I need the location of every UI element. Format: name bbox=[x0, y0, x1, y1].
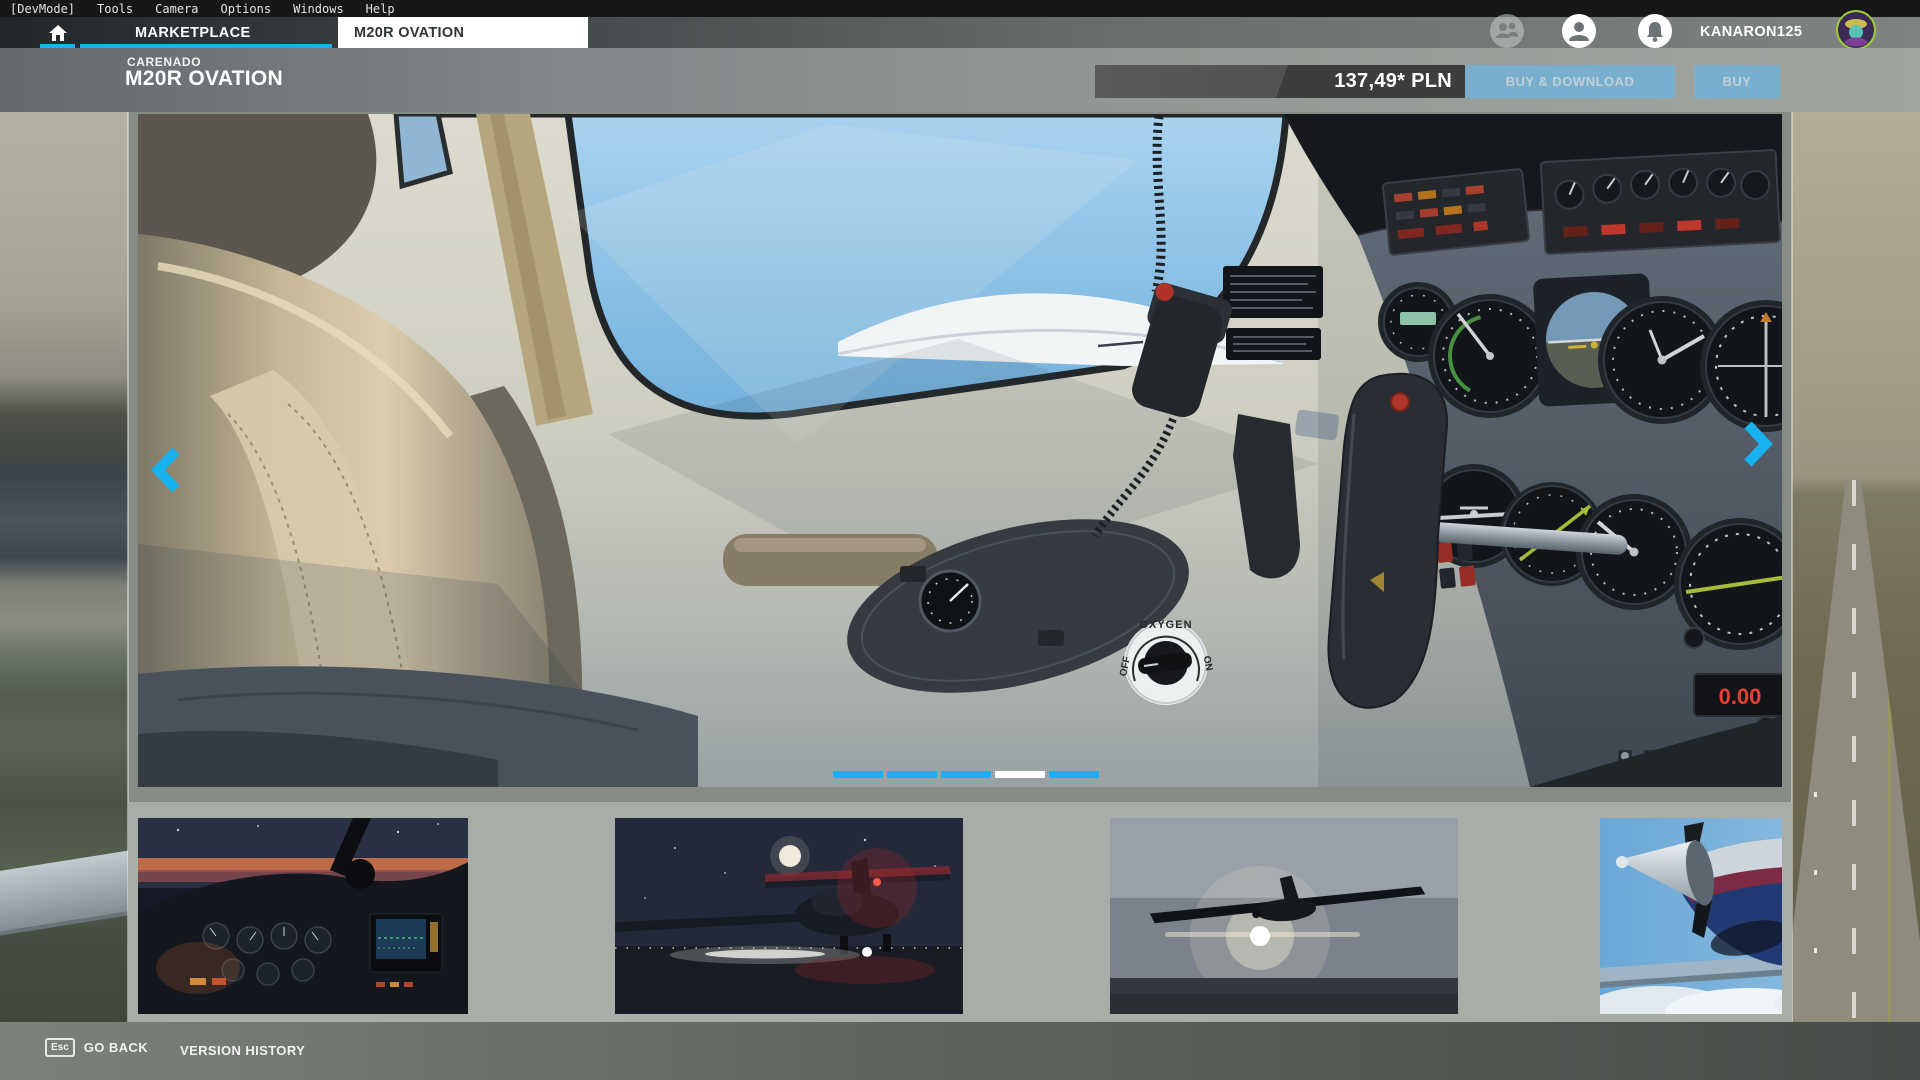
pagination-bar[interactable] bbox=[833, 771, 883, 778]
buy-download-button[interactable]: BUY & DOWNLOAD bbox=[1465, 65, 1675, 98]
thumbnail-night-exterior[interactable] bbox=[615, 818, 963, 1014]
thumbnail-nose-closeup[interactable] bbox=[1600, 818, 1782, 1014]
pagination-bar[interactable] bbox=[995, 771, 1045, 778]
home-icon bbox=[49, 25, 67, 41]
aircraft-wing-background bbox=[0, 847, 128, 937]
profile-icon[interactable] bbox=[1562, 14, 1596, 48]
pagination-bar[interactable] bbox=[941, 771, 991, 778]
chevron-right-icon[interactable] bbox=[1740, 420, 1774, 468]
devmode-menubar: [DevMode] Tools Camera Options Windows H… bbox=[0, 0, 1920, 17]
msfs-marketplace-screen: [DevMode] Tools Camera Options Windows H… bbox=[0, 0, 1920, 1080]
menu-windows[interactable]: Windows bbox=[293, 2, 344, 16]
avatar[interactable] bbox=[1836, 10, 1876, 50]
tab-home[interactable] bbox=[40, 17, 75, 48]
runway-edge-line bbox=[1888, 480, 1891, 1022]
carousel-pagination bbox=[833, 771, 1099, 778]
tab-bar: MARKETPLACE M20R OVATION bbox=[0, 17, 1920, 48]
sim-background-left bbox=[0, 112, 128, 1022]
thumbnail-night-cockpit[interactable] bbox=[138, 818, 468, 1014]
runway-background bbox=[1792, 480, 1920, 1022]
price-value: 137,49* PLN bbox=[1095, 65, 1452, 98]
bell-icon[interactable] bbox=[1638, 14, 1672, 48]
thumbnail-flight-sunset[interactable] bbox=[1110, 818, 1458, 1014]
go-back-button[interactable]: Esc GO BACK bbox=[45, 1038, 148, 1057]
tab-marketplace-label: MARKETPLACE bbox=[135, 25, 251, 41]
menu-options[interactable]: Options bbox=[221, 2, 272, 16]
pagination-bar[interactable] bbox=[887, 771, 937, 778]
sim-background-right bbox=[1792, 112, 1920, 1022]
username-label: KANARON125 bbox=[1700, 24, 1802, 40]
buy-button[interactable]: BUY bbox=[1694, 65, 1780, 98]
tab-marketplace[interactable]: MARKETPLACE bbox=[80, 17, 332, 48]
oxygen-label: OXYGEN bbox=[1139, 619, 1192, 631]
go-back-label: GO BACK bbox=[84, 1040, 148, 1055]
chevron-left-icon[interactable] bbox=[150, 446, 184, 494]
runway-centerline bbox=[1852, 480, 1856, 1022]
carousel-image-cockpit-interior: OXYGEN OFF ON bbox=[138, 114, 1782, 787]
version-history-button[interactable]: VERSION HISTORY bbox=[180, 1043, 305, 1058]
esc-key: Esc bbox=[45, 1038, 75, 1057]
runway-edge-lights bbox=[1814, 480, 1817, 1022]
menu-camera[interactable]: Camera bbox=[155, 2, 198, 16]
page-title: M20R OVATION bbox=[125, 67, 283, 91]
menu-help[interactable]: Help bbox=[366, 2, 395, 16]
pagination-bar[interactable] bbox=[1049, 771, 1099, 778]
friends-icon[interactable] bbox=[1490, 14, 1524, 48]
tab-product[interactable]: M20R OVATION bbox=[338, 17, 588, 48]
tab-product-label: M20R OVATION bbox=[354, 25, 464, 41]
menu-devmode[interactable]: [DevMode] bbox=[10, 2, 75, 16]
menu-tools[interactable]: Tools bbox=[97, 2, 133, 16]
cockpit-interior-art: OXYGEN OFF ON bbox=[138, 114, 1782, 787]
